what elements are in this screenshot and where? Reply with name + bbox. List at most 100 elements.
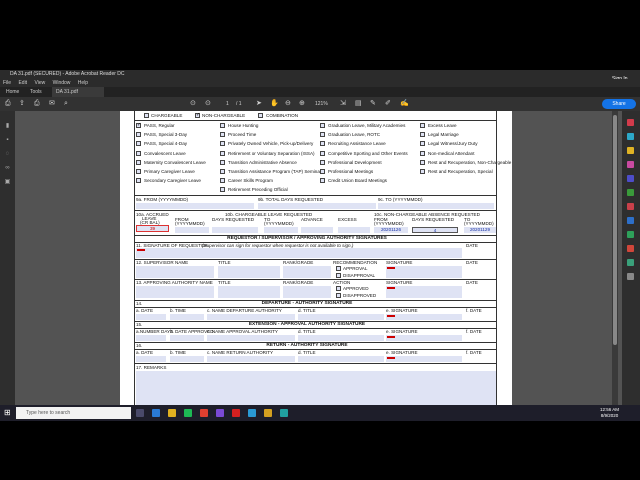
leave-option-checkbox[interactable] <box>420 159 425 165</box>
supervisor-title-field[interactable] <box>218 266 280 278</box>
extension-title-field[interactable] <box>298 335 384 341</box>
departure-authority-field[interactable] <box>207 314 295 320</box>
total-days-field[interactable] <box>258 203 376 209</box>
hand-tool-icon[interactable]: ✋ <box>270 99 279 109</box>
app-icon[interactable] <box>248 409 256 417</box>
windows-start-icon[interactable]: ⊞ <box>4 408 11 417</box>
approved-checkbox[interactable] <box>336 286 341 291</box>
fill-sign-icon[interactable] <box>627 231 634 238</box>
menu-edit[interactable]: Edit <box>18 80 27 86</box>
page-up-icon[interactable]: ⊙ <box>190 99 196 109</box>
departure-signature-field[interactable] <box>386 314 462 320</box>
remarks-field[interactable] <box>136 371 496 405</box>
edge-icon[interactable] <box>152 409 160 417</box>
nc-from-field[interactable]: 20201126 <box>374 227 408 233</box>
return-signature-field[interactable] <box>386 356 462 362</box>
highlight-icon[interactable]: ✐ <box>385 99 391 109</box>
combination-checkbox[interactable] <box>258 113 263 118</box>
leave-option-checkbox[interactable] <box>136 132 141 138</box>
leave-option-checkbox[interactable] <box>220 123 225 128</box>
approver-signature-field[interactable] <box>386 286 462 298</box>
layers-icon[interactable]: ▣ <box>4 179 11 186</box>
tab-home[interactable]: Home <box>6 87 19 97</box>
nc-days-field[interactable]: 4 <box>412 227 458 233</box>
select-tool-icon[interactable]: ➤ <box>256 99 262 109</box>
organize-pages-icon[interactable] <box>627 175 634 182</box>
combine-files-icon[interactable] <box>627 161 634 168</box>
leave-option-checkbox[interactable] <box>220 187 225 193</box>
vertical-scrollbar[interactable] <box>612 111 618 405</box>
leave-option-checkbox[interactable] <box>420 169 425 174</box>
create-icon[interactable]: ⎙ <box>5 99 11 109</box>
nc-to-field[interactable]: 20201129 <box>464 227 496 233</box>
departure-time-field[interactable] <box>170 314 204 320</box>
date-approved-field[interactable] <box>170 335 204 341</box>
return-date-field[interactable] <box>136 356 166 362</box>
approver-rank-field[interactable] <box>283 286 331 298</box>
task-view-icon[interactable] <box>136 409 144 417</box>
bookmark-icon[interactable]: ▮ <box>4 123 11 130</box>
return-title-field[interactable] <box>298 356 384 362</box>
approver-title-field[interactable] <box>218 286 280 298</box>
link-icon[interactable]: ∞ <box>4 165 11 172</box>
lock-icon[interactable]: ▪ <box>4 137 11 144</box>
number-days-field[interactable] <box>136 335 166 341</box>
taskbar-search[interactable]: Type here to search <box>16 407 131 419</box>
tab-document[interactable]: DA 31.pdf (SECURE... <box>52 87 104 97</box>
approval-authority-field[interactable] <box>207 335 295 341</box>
disapproval-checkbox[interactable] <box>336 273 341 278</box>
excess-field[interactable] <box>338 227 370 233</box>
leave-option-checkbox[interactable] <box>136 159 141 165</box>
share-button[interactable]: Share <box>602 99 636 109</box>
zoom-level[interactable]: 121% <box>315 99 328 109</box>
leave-option-checkbox[interactable] <box>320 132 325 138</box>
app-icon[interactable] <box>216 409 224 417</box>
departure-title-field[interactable] <box>298 314 384 320</box>
disapproved-checkbox[interactable] <box>336 293 341 298</box>
to-date-field[interactable] <box>378 203 494 209</box>
approval-checkbox[interactable] <box>336 266 341 271</box>
leave-option-checkbox[interactable] <box>220 150 225 156</box>
file-explorer-icon[interactable] <box>168 409 176 417</box>
zoom-out-icon[interactable]: ⊖ <box>285 99 291 109</box>
leave-option-checkbox[interactable] <box>320 141 325 147</box>
scroll-mode-icon[interactable]: ▤ <box>355 99 362 109</box>
from-date-field[interactable] <box>136 203 254 209</box>
leave-option-checkbox[interactable] <box>320 169 325 174</box>
extension-signature-field[interactable] <box>386 335 462 341</box>
leave-option-checkbox[interactable] <box>320 150 325 156</box>
print-icon[interactable]: ⎙ <box>34 99 40 109</box>
menu-file[interactable]: File <box>3 80 11 86</box>
leave-option-checkbox[interactable] <box>220 178 225 184</box>
supervisor-name-field[interactable] <box>136 266 214 278</box>
fit-page-icon[interactable]: ⇲ <box>340 99 346 109</box>
leave-option-checkbox[interactable] <box>420 132 425 138</box>
leave-option-checkbox[interactable] <box>220 141 225 147</box>
leave-option-checkbox[interactable] <box>320 178 325 184</box>
menu-window[interactable]: Window <box>53 80 71 86</box>
leave-option-checkbox[interactable] <box>420 123 425 128</box>
leave-option-checkbox[interactable] <box>136 178 141 184</box>
leave-option-checkbox[interactable] <box>320 123 325 128</box>
leave-option-checkbox[interactable] <box>136 122 141 128</box>
protect-icon[interactable] <box>627 217 634 224</box>
chargeable-days-field[interactable] <box>212 227 258 233</box>
chargeable-checkbox[interactable] <box>144 113 149 118</box>
supervisor-rank-field[interactable] <box>283 266 331 278</box>
email-icon[interactable]: ✉ <box>49 99 55 109</box>
leave-option-checkbox[interactable] <box>320 159 325 165</box>
send-for-signature-icon[interactable] <box>627 245 634 252</box>
leave-option-checkbox[interactable] <box>220 132 225 138</box>
attachment-icon[interactable]: ◌ <box>4 151 11 158</box>
upload-icon[interactable]: ⇪ <box>19 99 25 109</box>
spotify-icon[interactable] <box>184 409 192 417</box>
app-icon[interactable] <box>280 409 288 417</box>
app-icon[interactable] <box>264 409 272 417</box>
edit-pdf-icon[interactable] <box>627 133 634 140</box>
chargeable-to-field[interactable] <box>264 227 298 233</box>
scroll-thumb[interactable] <box>613 115 617 345</box>
page-number[interactable]: 1 <box>226 99 229 109</box>
leave-option-checkbox[interactable] <box>136 169 141 174</box>
sign-icon[interactable]: ✍ <box>400 99 409 109</box>
search-icon[interactable]: ⌕ <box>64 99 68 109</box>
